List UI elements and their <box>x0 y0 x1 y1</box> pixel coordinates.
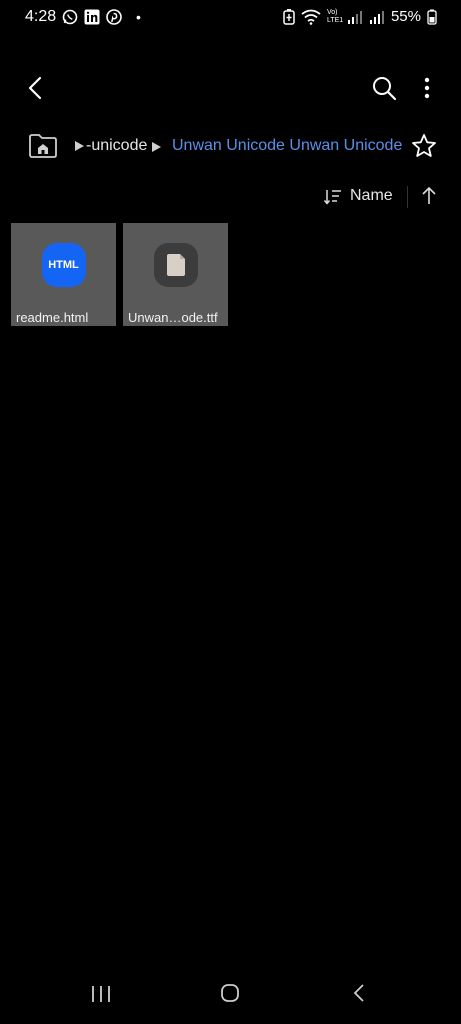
home-button[interactable] <box>219 982 241 1004</box>
file-item-readme[interactable]: HTML readme.html <box>11 223 116 326</box>
breadcrumb-arrow-icon <box>75 141 84 151</box>
back-button[interactable] <box>22 74 50 102</box>
notification-dot: • <box>136 9 141 25</box>
file-name: readme.html <box>16 310 89 325</box>
system-nav-bar <box>0 968 461 1024</box>
status-time: 4:28 <box>25 8 57 25</box>
breadcrumb-arrow-icon <box>151 140 162 158</box>
wifi-icon <box>301 9 321 25</box>
recent-apps-icon <box>92 986 110 1002</box>
recent-apps-button[interactable] <box>90 984 112 1004</box>
signal-icon <box>347 10 363 24</box>
html-file-icon: HTML <box>41 242 86 287</box>
more-options-button[interactable] <box>417 74 437 102</box>
toolbar <box>0 66 461 110</box>
battery-percent: 55% <box>390 8 421 25</box>
sort-by-name-button[interactable]: Name <box>350 187 393 205</box>
arrow-up-icon <box>422 186 436 204</box>
file-thumbnail: HTML <box>11 223 116 306</box>
notification-icons: • <box>62 9 141 25</box>
home-icon <box>221 984 239 1002</box>
back-icon <box>353 984 364 1002</box>
chevron-left-icon <box>28 76 42 100</box>
network-type: Vo) LTE1 <box>326 8 344 24</box>
battery-saver-icon <box>283 8 295 25</box>
signal-icon-2 <box>369 10 385 24</box>
nav-back-button[interactable] <box>350 982 368 1004</box>
favorite-button[interactable] <box>411 133 437 159</box>
file-grid: HTML readme.html Unwan…ode.ttf <box>11 223 228 326</box>
search-icon <box>373 77 397 101</box>
home-folder-icon <box>29 134 57 158</box>
breadcrumb-current: Unwan Unicode Unwan Unicode <box>172 137 403 154</box>
breadcrumb: -unicode Unwan Unicode Unwan Unicode <box>0 128 461 166</box>
whatsapp-icon <box>62 9 78 25</box>
star-icon <box>412 134 436 157</box>
sort-bar: Name <box>0 182 461 212</box>
file-thumbnail <box>123 223 228 306</box>
more-vert-icon <box>424 77 430 99</box>
divider <box>407 186 408 208</box>
home-folder-button[interactable] <box>28 132 58 160</box>
breadcrumb-label: -unicode <box>86 137 148 154</box>
file-item-ttf[interactable]: Unwan…ode.ttf <box>123 223 228 326</box>
file-name: Unwan…ode.ttf <box>128 310 218 325</box>
pinterest-icon <box>106 9 122 25</box>
status-bar: 4:28 • Vo) LTE1 55% <box>0 0 461 34</box>
breadcrumb-item-unicode[interactable]: -unicode <box>74 137 147 155</box>
sort-direction-button[interactable] <box>419 185 439 207</box>
battery-icon <box>427 9 437 25</box>
document-icon <box>153 242 198 287</box>
linkedin-icon <box>84 9 100 25</box>
sort-icon[interactable] <box>323 187 343 207</box>
search-button[interactable] <box>370 74 398 102</box>
